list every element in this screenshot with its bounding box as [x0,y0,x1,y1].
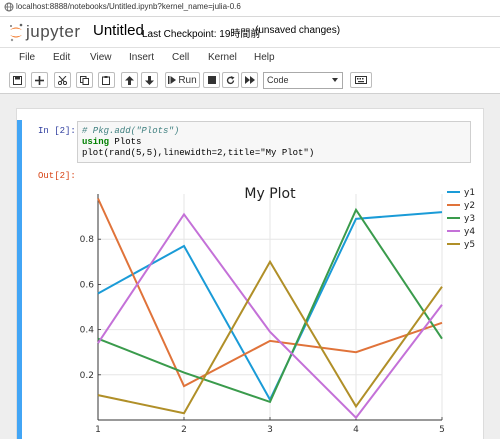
cell-type-select[interactable]: Code [263,72,343,89]
y-tick-label: 0.6 [80,280,95,290]
menu-insert[interactable]: Insert [129,52,154,63]
fast-forward-icon [244,76,255,84]
x-tick-label: 1 [95,425,101,435]
arrow-up-icon [125,75,134,85]
code-line-using: using Plots [82,137,141,147]
restart-kernel-button[interactable] [222,72,239,88]
save-icon [13,75,22,85]
scissors-icon [57,75,67,85]
legend-label-y5: y5 [464,240,475,250]
x-tick-label: 4 [353,425,359,435]
y-tick-label: 0.4 [80,326,95,336]
legend-label-y2: y2 [464,201,475,211]
copy-icon [80,75,89,85]
move-up-button[interactable] [121,72,138,88]
restart-icon [226,75,235,84]
arrow-down-icon [145,75,154,85]
menu-view[interactable]: View [90,52,112,63]
step-forward-icon [168,76,177,84]
menu-cell[interactable]: Cell [172,52,189,63]
plus-icon [35,75,44,85]
cut-button[interactable] [54,72,71,88]
command-palette-button[interactable] [350,72,372,88]
menu-file[interactable]: File [19,52,35,63]
x-tick-label: 3 [267,425,273,435]
paste-icon [102,75,110,85]
run-button[interactable]: Run [165,72,200,88]
notebook-title[interactable]: Untitled [93,22,144,39]
y-tick-label: 0.8 [80,235,95,245]
menu-help[interactable]: Help [254,52,275,63]
menu-bar [0,47,500,70]
code-module: Plots [109,137,142,147]
code-keyword: using [82,137,110,147]
address-bar[interactable]: localhost:8888/notebooks/Untitled.ipynb?… [0,0,500,17]
plot-output: 1 2 3 4 5 0.2 0.4 0.6 0.8 y1 y2 y3 y4 y5 My Plot [80,186,476,435]
x-tick-label: 5 [439,425,445,435]
y-tick-label: 0.2 [80,371,94,381]
keyboard-icon [355,76,367,84]
insert-cell-button[interactable] [31,72,48,88]
legend-label-y4: y4 [464,227,475,237]
unsaved-status: (unsaved changes) [255,25,341,36]
menu-kernel[interactable]: Kernel [208,52,237,63]
chevron-down-icon [332,78,338,82]
code-line-plot: plot(rand(5,5),linewidth=2,title="My Plo… [82,148,315,158]
restart-run-all-button[interactable] [241,72,258,88]
input-prompt: In [2]: [38,126,76,136]
selected-cell-indicator [17,120,22,439]
move-down-button[interactable] [141,72,158,88]
checkpoint-status: Last Checkpoint: 19時間前 [142,29,261,40]
interrupt-button[interactable] [203,72,220,88]
save-button[interactable] [9,72,26,88]
globe-icon [4,2,14,12]
legend-label-y1: y1 [464,188,475,198]
legend-label-y3: y3 [464,214,475,224]
jupyter-logo-icon[interactable] [8,22,24,42]
paste-button[interactable] [98,72,115,88]
code-line-comment: # Pkg.add("Plots") [82,126,180,136]
chart-title: My Plot [244,186,296,202]
x-tick-label: 2 [181,425,187,435]
jupyter-logo-text[interactable]: jupyter [26,22,81,42]
run-label: Run [178,74,197,86]
copy-button[interactable] [76,72,93,88]
menu-edit[interactable]: Edit [53,52,70,63]
stop-icon [207,76,216,84]
url-text[interactable]: localhost:8888/notebooks/Untitled.ipynb?… [16,2,241,11]
